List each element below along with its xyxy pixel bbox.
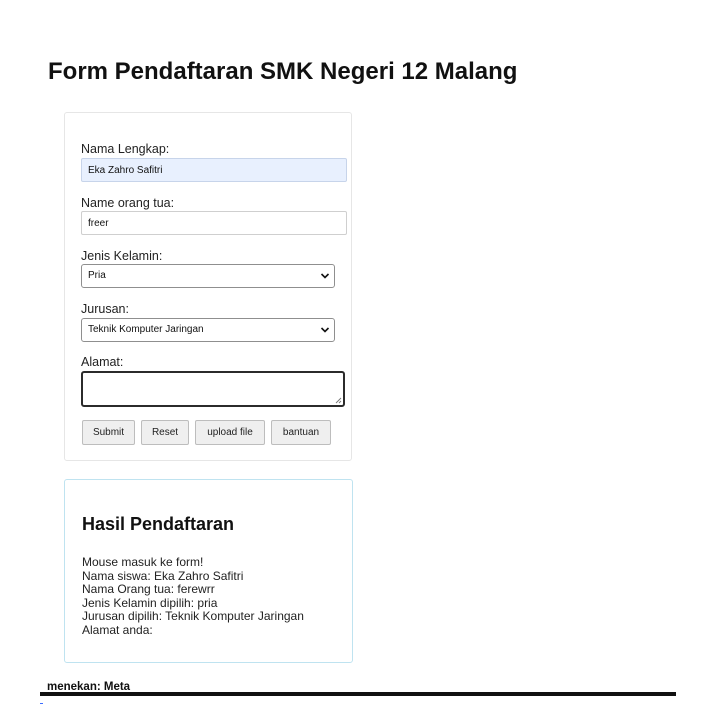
result-title: Hasil Pendaftaran xyxy=(82,514,235,534)
result-line-mouse: Mouse masuk ke form! xyxy=(82,555,204,569)
result-line-nama: Nama siswa: Eka Zahro Safitri xyxy=(82,568,244,583)
nama-orang-tua-input[interactable] xyxy=(81,211,347,235)
submit-button[interactable]: Submit xyxy=(82,420,135,445)
jurusan-value: Teknik Komputer Jaringan xyxy=(88,324,204,335)
result-line-alamat: Alamat anda: xyxy=(82,622,153,637)
nama-lengkap-input[interactable] xyxy=(81,158,347,182)
result-line-jurusan: Jurusan dipilih: Teknik Komputer Jaringa… xyxy=(82,609,304,624)
page-title: Form Pendaftaran SMK Negeri 12 Malang xyxy=(48,58,518,85)
alamat-label: Alamat: xyxy=(81,355,124,369)
nama-lengkap-label: Nama Lengkap: xyxy=(81,142,170,156)
chevron-down-icon xyxy=(320,273,330,279)
upload-file-button[interactable]: upload file xyxy=(195,420,265,445)
alamat-textarea[interactable] xyxy=(81,371,345,407)
registration-form: Nama Lengkap: Name orang tua: Jenis Kela… xyxy=(64,112,352,461)
result-line-orang-tua: Nama Orang tua: ferewrr xyxy=(82,582,215,597)
jurusan-label: Jurusan: xyxy=(81,302,129,316)
result-line-jenis-kelamin: Jenis Kelamin dipilih: pria xyxy=(82,595,218,610)
jenis-kelamin-select[interactable]: Pria xyxy=(81,264,335,288)
bottom-divider xyxy=(40,692,676,696)
result-lines: Mouse masuk ke form! Nama siswa: Eka Zah… xyxy=(82,555,304,638)
bantuan-button[interactable]: bantuan xyxy=(271,420,331,445)
nama-orang-tua-label: Name orang tua: xyxy=(81,196,175,210)
chevron-down-icon xyxy=(320,327,330,333)
resize-grip-icon[interactable] xyxy=(335,397,342,404)
reset-button[interactable]: Reset xyxy=(141,420,189,445)
focus-indicator xyxy=(40,703,43,704)
result-panel: Hasil Pendaftaran Mouse masuk ke form! N… xyxy=(64,479,353,663)
jenis-kelamin-value: Pria xyxy=(88,270,106,281)
jurusan-select[interactable]: Teknik Komputer Jaringan xyxy=(81,318,335,342)
jenis-kelamin-label: Jenis Kelamin: xyxy=(81,249,163,263)
